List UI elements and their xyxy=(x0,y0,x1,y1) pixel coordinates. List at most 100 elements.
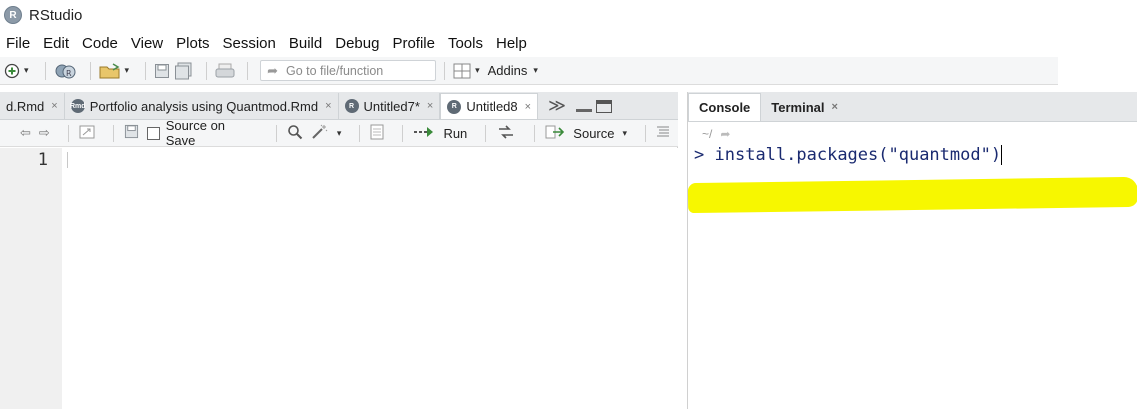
source-button[interactable]: Source xyxy=(573,126,614,141)
rstudio-logo-icon: R xyxy=(4,6,22,24)
pane-controls xyxy=(575,93,612,119)
tab-d-rmd[interactable]: d.Rmd × xyxy=(0,93,65,119)
source-tab-strip: d.Rmd × Rmd Portfolio analysis using Qua… xyxy=(0,92,678,120)
editor-toolbar: ⇦ ⇨ Source on Save ▾ Run Source ▾ xyxy=(0,118,678,148)
toolbar-separator xyxy=(145,61,147,80)
new-file-icon[interactable] xyxy=(4,61,20,81)
tab-console[interactable]: Console xyxy=(688,93,762,121)
minimize-pane-icon[interactable] xyxy=(575,108,592,112)
menu-debug[interactable]: Debug xyxy=(335,35,379,52)
go-to-file-function-input[interactable]: ➦ Go to file/function xyxy=(260,60,437,81)
menu-plots[interactable]: Plots xyxy=(176,35,209,52)
r-file-icon: R xyxy=(344,99,359,113)
run-button[interactable]: Run xyxy=(443,126,467,141)
code-editor[interactable]: 1 xyxy=(0,148,678,409)
toolbar-separator xyxy=(206,61,208,80)
toolbar-separator xyxy=(444,61,446,80)
back-arrow-icon[interactable]: ⇦ xyxy=(20,125,31,141)
svg-text:R: R xyxy=(66,69,72,78)
menu-help[interactable]: Help xyxy=(496,35,527,52)
console-pane: Console Terminal × ~/ ➦ > install.packag… xyxy=(687,92,1137,409)
forward-arrow-icon[interactable]: ⇨ xyxy=(39,125,50,141)
tab-portfolio-analysis[interactable]: Rmd Portfolio analysis using Quantmod.Rm… xyxy=(65,93,339,119)
run-arrow-icon xyxy=(413,126,435,141)
tab-overflow-icon[interactable]: ≫ xyxy=(548,93,566,119)
console-cursor xyxy=(1001,145,1003,165)
tab-terminal[interactable]: Terminal × xyxy=(761,93,848,121)
save-icon[interactable] xyxy=(154,61,170,81)
console-command: install.packages("quantmod") xyxy=(714,145,1002,165)
menu-session[interactable]: Session xyxy=(223,35,276,52)
toolbar-separator xyxy=(485,124,487,142)
menu-build[interactable]: Build xyxy=(289,35,322,52)
addins-dropdown[interactable]: ▾ xyxy=(533,65,538,76)
r-file-icon: R xyxy=(447,99,462,114)
tab-untitled7[interactable]: R Untitled7* × xyxy=(339,93,441,119)
rerun-icon[interactable] xyxy=(496,124,516,142)
console-prompt: > xyxy=(694,145,705,165)
source-dropdown[interactable]: ▾ xyxy=(623,128,628,139)
code-tools-dropdown[interactable]: ▾ xyxy=(337,128,342,139)
compile-report-icon[interactable] xyxy=(370,124,384,143)
line-number: 1 xyxy=(37,150,48,170)
open-project-icon[interactable]: R xyxy=(54,61,78,81)
grid-dropdown[interactable]: ▾ xyxy=(475,65,480,76)
source-on-save-checkbox[interactable] xyxy=(146,126,160,140)
document-outline-icon[interactable] xyxy=(656,125,670,142)
tab-label: Console xyxy=(699,100,751,115)
go-to-directory-icon[interactable]: ➦ xyxy=(720,127,730,141)
new-file-dropdown[interactable]: ▾ xyxy=(24,65,29,76)
close-icon[interactable]: × xyxy=(832,101,838,113)
tab-label: Untitled8 xyxy=(466,99,518,114)
addins-button[interactable]: Addins xyxy=(488,63,528,78)
go-to-arrow-icon: ➦ xyxy=(267,62,278,78)
toolbar-separator xyxy=(645,124,647,142)
main-toolbar: ▾ R ▾ ➦ Go to file/function ▾ Addins ▾ xyxy=(0,57,1058,85)
console-input-line[interactable]: > install.packages("quantmod") xyxy=(694,145,1003,165)
toolbar-separator xyxy=(112,124,114,142)
menu-profile[interactable]: Profile xyxy=(392,35,435,52)
search-icon[interactable] xyxy=(287,124,303,143)
open-file-dropdown[interactable]: ▾ xyxy=(125,65,130,76)
close-icon[interactable]: × xyxy=(427,100,433,112)
working-directory-path: ~/ xyxy=(702,127,713,141)
title-bar: R RStudio xyxy=(0,0,1137,30)
toolbar-separator xyxy=(89,61,91,80)
source-pane: d.Rmd × Rmd Portfolio analysis using Qua… xyxy=(0,92,678,409)
toolbar-separator xyxy=(275,124,277,142)
magic-wand-icon[interactable] xyxy=(311,124,329,143)
menu-view[interactable]: View xyxy=(131,35,163,52)
save-all-icon[interactable] xyxy=(174,61,194,81)
tab-untitled8[interactable]: R Untitled8 × xyxy=(440,93,539,119)
close-icon[interactable]: × xyxy=(325,100,331,112)
yellow-highlight-mark xyxy=(687,176,1137,214)
text-cursor xyxy=(67,152,68,168)
save-icon[interactable] xyxy=(124,124,139,142)
print-icon[interactable] xyxy=(215,61,235,81)
menu-bar: File Edit Code View Plots Session Build … xyxy=(0,31,540,55)
open-file-icon[interactable] xyxy=(99,61,121,81)
tab-label: Portfolio analysis using Quantmod.Rmd xyxy=(89,98,319,114)
toolbar-separator xyxy=(44,61,46,80)
toolbar-separator xyxy=(534,124,536,142)
close-icon[interactable]: × xyxy=(525,101,531,113)
menu-code[interactable]: Code xyxy=(82,35,118,52)
console-tab-strip: Console Terminal × xyxy=(688,92,1137,122)
line-number-gutter: 1 xyxy=(0,148,62,409)
tab-label: Untitled7* xyxy=(363,98,420,114)
go-to-placeholder: Go to file/function xyxy=(285,63,384,78)
window-title: RStudio xyxy=(29,6,83,24)
toolbar-separator xyxy=(402,124,404,142)
menu-edit[interactable]: Edit xyxy=(43,35,69,52)
close-icon[interactable]: × xyxy=(51,100,57,112)
toolbar-separator xyxy=(247,61,249,80)
toolbar-separator xyxy=(359,124,361,142)
maximize-pane-icon[interactable] xyxy=(595,99,612,113)
grid-icon[interactable] xyxy=(453,61,471,81)
rmd-icon: Rmd xyxy=(70,99,86,113)
menu-file[interactable]: File xyxy=(6,35,30,52)
source-on-save-label: Source on Save xyxy=(165,118,226,148)
menu-tools[interactable]: Tools xyxy=(448,35,483,52)
source-arrow-icon xyxy=(545,125,565,142)
show-in-window-icon[interactable] xyxy=(79,125,95,142)
